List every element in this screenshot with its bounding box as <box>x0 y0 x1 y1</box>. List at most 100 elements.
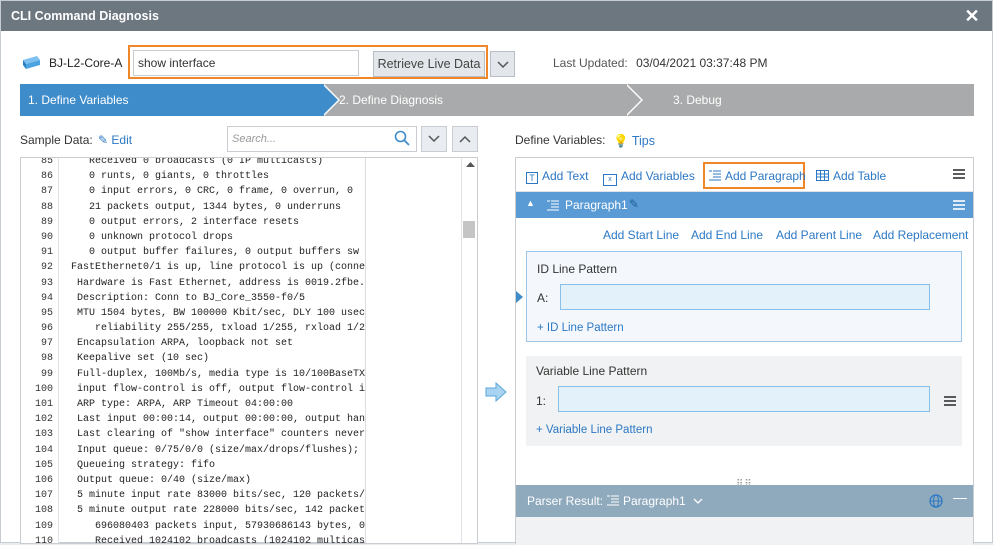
search-next-button[interactable] <box>421 126 447 152</box>
scrollbar-thumb[interactable] <box>463 221 475 238</box>
line-text: 21 packets output, 1344 bytes, 0 underru… <box>71 201 342 213</box>
switch-icon <box>23 56 40 69</box>
parser-result-body <box>516 517 973 545</box>
dialog-window: CLI Command Diagnosis ✕ BJ-L2-Core-A Ret… <box>0 0 993 545</box>
line-text: Last clearing of "show interface" counte… <box>71 429 366 441</box>
variables-toolbar: T Add Text x Add Variables Add Paragraph A… <box>516 158 973 192</box>
line-number: 101 <box>34 399 53 410</box>
line-text: Input queue: 0/75/0/0 (size/max/drops/fl… <box>71 444 360 456</box>
line-text: reliability 255/255, txload 1/255, rxloa… <box>71 323 366 335</box>
line-number: 88 <box>40 201 53 213</box>
retrieve-live-data-button[interactable]: Retrieve Live Data <box>373 51 485 77</box>
search-prev-button[interactable] <box>452 126 478 152</box>
line-number: 96 <box>40 323 53 335</box>
parser-selected-value: Paragraph1 <box>623 494 686 508</box>
line-number: 89 <box>40 216 53 228</box>
active-row-marker <box>516 291 523 303</box>
title-bar: CLI Command Diagnosis ✕ <box>1 1 992 31</box>
transfer-arrow-icon <box>485 382 507 402</box>
search-input[interactable]: Search... <box>227 126 417 152</box>
line-number: 91 <box>40 247 53 259</box>
chevron-down-icon <box>693 498 703 504</box>
retrieve-options-dropdown[interactable] <box>490 51 515 77</box>
paragraph-icon <box>709 170 721 181</box>
line-text: 0 runts, 0 giants, 0 throttles <box>71 171 270 183</box>
line-text: Received 0 broadcasts (0 IP multicasts) <box>71 157 324 167</box>
add-table-button[interactable]: Add Table <box>816 169 886 183</box>
minimize-icon[interactable]: — <box>953 489 967 505</box>
paragraph-header[interactable]: ▲ Paragraph1 ✎ <box>516 192 973 218</box>
line-number: 98 <box>40 353 53 365</box>
line-text: 5 minute output rate 228000 bits/sec, 14… <box>71 505 366 517</box>
window-title: CLI Command Diagnosis <box>11 9 159 23</box>
id-line-row-label: A: <box>537 291 549 305</box>
add-id-line-pattern-link[interactable]: + ID Line Pattern <box>537 322 624 334</box>
pencil-icon[interactable]: ✎ <box>629 197 639 211</box>
sample-data-viewer[interactable]: 85 Received 0 broadcasts (0 IP multicast… <box>20 157 478 544</box>
add-text-label: Add Text <box>542 169 589 183</box>
step-debug[interactable]: 3. Debug <box>627 84 974 116</box>
chevron-down-icon <box>428 135 440 143</box>
step-define-variables[interactable]: 1. Define Variables <box>20 84 324 116</box>
command-input[interactable] <box>133 50 359 76</box>
line-number: 107 <box>34 490 53 502</box>
line-text: 696080403 packets input, 57930686143 byt… <box>71 520 366 532</box>
device-row: BJ-L2-Core-A Retrieve Live Data Last Upd… <box>1 45 992 81</box>
step-label: 3. Debug <box>673 93 722 107</box>
line-text: Encapsulation ARPA, loopback not set <box>71 338 294 350</box>
line-number: 104 <box>34 444 53 456</box>
chevron-down-icon <box>496 61 509 69</box>
hamburger-menu-icon[interactable] <box>953 200 965 210</box>
edit-sample-data-link[interactable]: ✎ Edit <box>98 133 132 147</box>
add-variable-line-pattern-link[interactable]: + Variable Line Pattern <box>536 424 652 436</box>
last-updated-label: Last Updated: <box>553 56 628 70</box>
step-define-diagnosis[interactable]: 2. Define Diagnosis <box>313 84 643 116</box>
scroll-up-icon[interactable] <box>462 158 478 170</box>
line-text: Queueing strategy: fifo <box>71 459 216 471</box>
add-start-line-link[interactable]: Add Start Line <box>603 228 679 242</box>
line-text: FastEthernet0/1 is up, line protocol is … <box>71 262 372 274</box>
parser-result-select[interactable]: Paragraph1 <box>606 494 703 508</box>
device-name: BJ-L2-Core-A <box>49 56 123 70</box>
globe-icon[interactable] <box>929 494 943 508</box>
add-text-button[interactable]: T Add Text <box>526 169 588 184</box>
chevron-up-icon <box>459 135 471 143</box>
paragraph-icon <box>547 200 559 211</box>
paragraph-title: Paragraph1 <box>565 198 628 212</box>
step-arrow <box>322 84 338 116</box>
table-icon <box>816 170 829 181</box>
line-text: 5 minute input rate 83000 bits/sec, 120 … <box>71 490 366 502</box>
hamburger-menu-icon[interactable] <box>944 396 956 406</box>
line-number: 102 <box>34 414 53 426</box>
search-icon[interactable] <box>394 130 410 146</box>
step-label: 1. Define Variables <box>28 93 129 107</box>
line-number: 95 <box>40 307 53 319</box>
id-line-pattern-input[interactable] <box>560 284 930 310</box>
add-end-line-link[interactable]: Add End Line <box>691 228 763 242</box>
last-updated-value: 03/04/2021 03:37:48 PM <box>636 56 768 70</box>
add-table-label: Add Table <box>833 169 887 183</box>
line-number: 108 <box>34 505 53 517</box>
add-paragraph-button[interactable]: Add Paragraph <box>708 169 806 183</box>
step-arrow <box>625 84 641 116</box>
collapse-icon[interactable]: ▲ <box>526 198 535 208</box>
line-number: 99 <box>40 368 53 380</box>
parser-result-bar: Parser Result: Paragraph1 — <box>516 485 973 517</box>
line-text: 0 input errors, 0 CRC, 0 frame, 0 overru… <box>71 186 354 198</box>
line-number: 100 <box>34 383 53 395</box>
line-text: Output queue: 0/40 (size/max) <box>71 474 252 486</box>
hamburger-menu-icon[interactable] <box>953 169 965 179</box>
add-replacement-link[interactable]: Add Replacement <box>873 228 968 242</box>
add-parent-line-link[interactable]: Add Parent Line <box>776 228 862 242</box>
line-text: Last input 00:00:14, output 00:00:00, ou… <box>71 414 366 426</box>
variable-line-pattern-input[interactable] <box>558 386 930 412</box>
close-icon[interactable]: ✕ <box>962 6 982 26</box>
line-text: Keepalive set (10 sec) <box>71 353 210 365</box>
paragraph-icon <box>607 495 619 506</box>
vertical-scrollbar[interactable] <box>461 158 478 543</box>
tips-link[interactable]: 💡 Tips <box>613 134 655 149</box>
wizard-steps: 3. Debug 2. Define Diagnosis 1. Define V… <box>20 84 974 116</box>
add-variables-button[interactable]: x Add Variables <box>603 169 695 186</box>
line-number: 86 <box>40 171 53 183</box>
define-variables-panel: T Add Text x Add Variables Add Paragraph A… <box>515 157 974 545</box>
